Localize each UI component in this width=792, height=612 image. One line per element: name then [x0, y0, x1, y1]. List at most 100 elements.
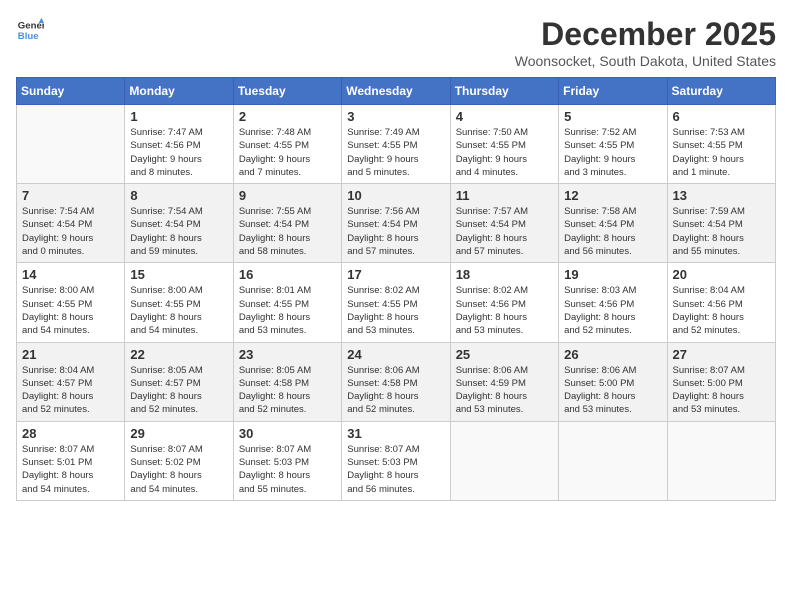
day-number: 26	[564, 347, 661, 362]
weekday-header-monday: Monday	[125, 78, 233, 105]
day-info: Sunrise: 7:54 AM Sunset: 4:54 PM Dayligh…	[22, 205, 119, 258]
day-info: Sunrise: 7:47 AM Sunset: 4:56 PM Dayligh…	[130, 126, 227, 179]
calendar-cell: 19 Sunrise: 8:03 AM Sunset: 4:56 PM Dayli…	[559, 263, 667, 342]
calendar-cell: 31 Sunrise: 8:07 AM Sunset: 5:03 PM Dayli…	[342, 421, 450, 500]
calendar-cell: 18Sunrise: 8:02 AM Sunset: 4:56 PM Dayli…	[450, 263, 558, 342]
day-info: Sunrise: 7:59 AM Sunset: 4:54 PM Dayligh…	[673, 205, 770, 258]
calendar-cell	[17, 105, 125, 184]
calendar-week-row: 21 Sunrise: 8:04 AM Sunset: 4:57 PM Dayli…	[17, 342, 776, 421]
day-number: 28	[22, 426, 119, 441]
day-number: 15	[130, 267, 227, 282]
day-info: Sunrise: 8:07 AM Sunset: 5:03 PM Dayligh…	[347, 443, 444, 496]
day-number: 7	[22, 188, 119, 203]
calendar-cell: 24 Sunrise: 8:06 AM Sunset: 4:58 PM Dayli…	[342, 342, 450, 421]
calendar-cell: 28 Sunrise: 8:07 AM Sunset: 5:01 PM Dayli…	[17, 421, 125, 500]
day-info: Sunrise: 8:00 AM Sunset: 4:55 PM Dayligh…	[22, 284, 119, 337]
calendar-cell: 25 Sunrise: 8:06 AM Sunset: 4:59 PM Dayli…	[450, 342, 558, 421]
day-info: Sunrise: 7:50 AM Sunset: 4:55 PM Dayligh…	[456, 126, 553, 179]
calendar-cell: 15 Sunrise: 8:00 AM Sunset: 4:55 PM Dayli…	[125, 263, 233, 342]
calendar-cell: 29Sunrise: 8:07 AM Sunset: 5:02 PM Dayli…	[125, 421, 233, 500]
day-info: Sunrise: 7:52 AM Sunset: 4:55 PM Dayligh…	[564, 126, 661, 179]
calendar-cell: 30 Sunrise: 8:07 AM Sunset: 5:03 PM Dayli…	[233, 421, 341, 500]
calendar-cell: 11 Sunrise: 7:57 AM Sunset: 4:54 PM Dayli…	[450, 184, 558, 263]
day-number: 8	[130, 188, 227, 203]
day-number: 13	[673, 188, 770, 203]
calendar-cell: 14 Sunrise: 8:00 AM Sunset: 4:55 PM Dayli…	[17, 263, 125, 342]
day-info: Sunrise: 8:04 AM Sunset: 4:56 PM Dayligh…	[673, 284, 770, 337]
day-info: Sunrise: 7:57 AM Sunset: 4:54 PM Dayligh…	[456, 205, 553, 258]
day-info: Sunrise: 8:00 AM Sunset: 4:55 PM Dayligh…	[130, 284, 227, 337]
day-info: Sunrise: 8:07 AM Sunset: 5:00 PM Dayligh…	[673, 364, 770, 417]
weekday-header-saturday: Saturday	[667, 78, 775, 105]
calendar-cell: 1 Sunrise: 7:47 AM Sunset: 4:56 PM Daylig…	[125, 105, 233, 184]
calendar-cell	[450, 421, 558, 500]
day-number: 21	[22, 347, 119, 362]
calendar-cell: 16 Sunrise: 8:01 AM Sunset: 4:55 PM Dayli…	[233, 263, 341, 342]
calendar-cell: 17Sunrise: 8:02 AM Sunset: 4:55 PM Dayli…	[342, 263, 450, 342]
calendar-week-row: 14 Sunrise: 8:00 AM Sunset: 4:55 PM Dayli…	[17, 263, 776, 342]
calendar-cell: 2Sunrise: 7:48 AM Sunset: 4:55 PM Daylig…	[233, 105, 341, 184]
weekday-header-wednesday: Wednesday	[342, 78, 450, 105]
calendar-week-row: 1 Sunrise: 7:47 AM Sunset: 4:56 PM Daylig…	[17, 105, 776, 184]
day-info: Sunrise: 7:54 AM Sunset: 4:54 PM Dayligh…	[130, 205, 227, 258]
day-number: 27	[673, 347, 770, 362]
day-info: Sunrise: 8:05 AM Sunset: 4:58 PM Dayligh…	[239, 364, 336, 417]
day-info: Sunrise: 7:55 AM Sunset: 4:54 PM Dayligh…	[239, 205, 336, 258]
calendar-cell: 6 Sunrise: 7:53 AM Sunset: 4:55 PM Daylig…	[667, 105, 775, 184]
calendar-cell: 9Sunrise: 7:55 AM Sunset: 4:54 PM Daylig…	[233, 184, 341, 263]
day-number: 22	[130, 347, 227, 362]
day-info: Sunrise: 8:06 AM Sunset: 4:58 PM Dayligh…	[347, 364, 444, 417]
day-info: Sunrise: 8:02 AM Sunset: 4:56 PM Dayligh…	[456, 284, 553, 337]
calendar-cell: 21 Sunrise: 8:04 AM Sunset: 4:57 PM Dayli…	[17, 342, 125, 421]
day-info: Sunrise: 7:48 AM Sunset: 4:55 PM Dayligh…	[239, 126, 336, 179]
day-number: 1	[130, 109, 227, 124]
calendar-table: SundayMondayTuesdayWednesdayThursdayFrid…	[16, 77, 776, 501]
calendar-cell: 13 Sunrise: 7:59 AM Sunset: 4:54 PM Dayli…	[667, 184, 775, 263]
day-number: 4	[456, 109, 553, 124]
calendar-cell: 12Sunrise: 7:58 AM Sunset: 4:54 PM Dayli…	[559, 184, 667, 263]
weekday-header-thursday: Thursday	[450, 78, 558, 105]
calendar-cell: 3 Sunrise: 7:49 AM Sunset: 4:55 PM Daylig…	[342, 105, 450, 184]
day-info: Sunrise: 8:01 AM Sunset: 4:55 PM Dayligh…	[239, 284, 336, 337]
day-number: 12	[564, 188, 661, 203]
calendar-cell: 4 Sunrise: 7:50 AM Sunset: 4:55 PM Daylig…	[450, 105, 558, 184]
calendar-cell: 22Sunrise: 8:05 AM Sunset: 4:57 PM Dayli…	[125, 342, 233, 421]
calendar-cell: 10Sunrise: 7:56 AM Sunset: 4:54 PM Dayli…	[342, 184, 450, 263]
day-number: 29	[130, 426, 227, 441]
weekday-header-friday: Friday	[559, 78, 667, 105]
day-number: 20	[673, 267, 770, 282]
day-number: 31	[347, 426, 444, 441]
day-number: 19	[564, 267, 661, 282]
day-info: Sunrise: 8:06 AM Sunset: 5:00 PM Dayligh…	[564, 364, 661, 417]
day-info: Sunrise: 7:56 AM Sunset: 4:54 PM Dayligh…	[347, 205, 444, 258]
day-info: Sunrise: 7:53 AM Sunset: 4:55 PM Dayligh…	[673, 126, 770, 179]
calendar-cell: 7 Sunrise: 7:54 AM Sunset: 4:54 PM Daylig…	[17, 184, 125, 263]
day-info: Sunrise: 7:49 AM Sunset: 4:55 PM Dayligh…	[347, 126, 444, 179]
day-number: 30	[239, 426, 336, 441]
calendar-cell: 5 Sunrise: 7:52 AM Sunset: 4:55 PM Daylig…	[559, 105, 667, 184]
calendar-cell	[559, 421, 667, 500]
day-number: 14	[22, 267, 119, 282]
logo: General Blue	[16, 16, 44, 44]
calendar-cell: 26 Sunrise: 8:06 AM Sunset: 5:00 PM Dayli…	[559, 342, 667, 421]
day-info: Sunrise: 8:03 AM Sunset: 4:56 PM Dayligh…	[564, 284, 661, 337]
day-number: 6	[673, 109, 770, 124]
day-info: Sunrise: 8:06 AM Sunset: 4:59 PM Dayligh…	[456, 364, 553, 417]
day-number: 16	[239, 267, 336, 282]
calendar-week-row: 7 Sunrise: 7:54 AM Sunset: 4:54 PM Daylig…	[17, 184, 776, 263]
day-number: 24	[347, 347, 444, 362]
day-number: 3	[347, 109, 444, 124]
day-number: 11	[456, 188, 553, 203]
weekday-header-tuesday: Tuesday	[233, 78, 341, 105]
title-section: December 2025 Woonsocket, South Dakota, …	[515, 16, 776, 69]
day-info: Sunrise: 8:04 AM Sunset: 4:57 PM Dayligh…	[22, 364, 119, 417]
day-number: 5	[564, 109, 661, 124]
calendar-cell: 8 Sunrise: 7:54 AM Sunset: 4:54 PM Daylig…	[125, 184, 233, 263]
day-info: Sunrise: 8:07 AM Sunset: 5:01 PM Dayligh…	[22, 443, 119, 496]
page-header: General Blue December 2025 Woonsocket, S…	[16, 16, 776, 69]
calendar-cell: 23Sunrise: 8:05 AM Sunset: 4:58 PM Dayli…	[233, 342, 341, 421]
day-number: 25	[456, 347, 553, 362]
day-info: Sunrise: 8:07 AM Sunset: 5:03 PM Dayligh…	[239, 443, 336, 496]
calendar-cell: 20 Sunrise: 8:04 AM Sunset: 4:56 PM Dayli…	[667, 263, 775, 342]
page-subtitle: Woonsocket, South Dakota, United States	[515, 53, 776, 69]
